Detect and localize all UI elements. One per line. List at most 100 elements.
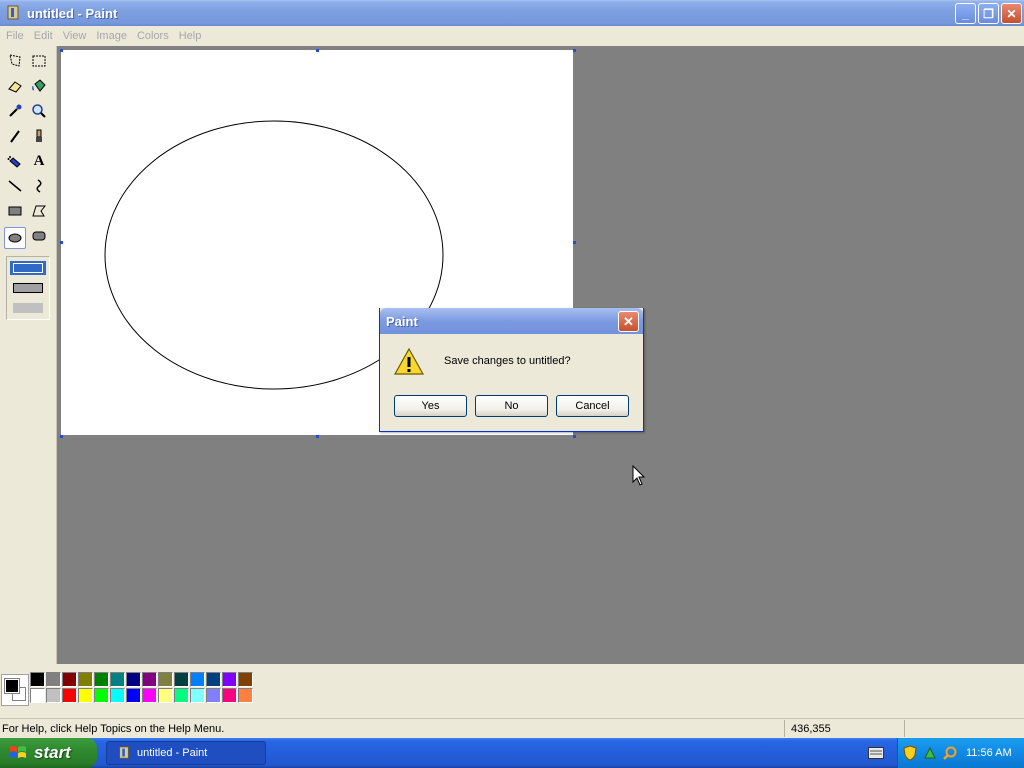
color-swatch[interactable] <box>94 688 109 703</box>
menu-colors[interactable]: Colors <box>133 30 175 42</box>
polygon-icon[interactable] <box>28 200 50 222</box>
toolbox: A <box>0 46 57 664</box>
resize-handle[interactable] <box>316 435 319 438</box>
keyboard-icon[interactable] <box>868 747 884 759</box>
magnifier-icon[interactable] <box>28 100 50 122</box>
resize-handle <box>60 435 63 438</box>
windows-flag-icon <box>10 746 26 758</box>
text-icon[interactable]: A <box>28 150 50 172</box>
color-swatch[interactable] <box>158 672 173 687</box>
paint-brush-icon <box>7 5 19 20</box>
fill-option-outline[interactable] <box>10 261 46 275</box>
color-swatch[interactable] <box>142 688 157 703</box>
color-swatch[interactable] <box>30 672 45 687</box>
color-swatch[interactable] <box>238 672 253 687</box>
yes-button[interactable]: Yes <box>394 395 467 417</box>
title-bar: untitled - Paint _ ❐ ✕ <box>0 0 1024 26</box>
status-coordinates: 436,355 <box>784 720 904 737</box>
color-swatch[interactable] <box>46 688 61 703</box>
foreground-color <box>4 678 20 694</box>
pencil-icon[interactable] <box>4 125 26 147</box>
menu-view[interactable]: View <box>59 30 93 42</box>
clock: 11:56 AM <box>966 747 1012 759</box>
status-bar: For Help, click Help Topics on the Help … <box>0 718 1024 738</box>
color-swatch[interactable] <box>78 672 93 687</box>
color-swatch[interactable] <box>206 688 221 703</box>
color-swatch[interactable] <box>30 688 45 703</box>
color-swatch[interactable] <box>142 672 157 687</box>
resize-handle <box>60 241 63 244</box>
resize-handle <box>316 49 319 52</box>
mouse-cursor-icon <box>632 465 646 486</box>
maximize-button[interactable]: ❐ <box>978 3 999 24</box>
color-swatch[interactable] <box>222 688 237 703</box>
dialog-message: Save changes to untitled? <box>444 355 571 367</box>
color-swatch[interactable] <box>222 672 237 687</box>
menu-bar: File Edit View Image Colors Help <box>0 26 1024 45</box>
close-button[interactable]: ✕ <box>1001 3 1022 24</box>
color-swatch[interactable] <box>110 688 125 703</box>
window-title: untitled - Paint <box>27 5 118 21</box>
save-changes-dialog: Paint ✕ Save changes to untitled? Yes No… <box>379 308 644 432</box>
rounded-rect-icon[interactable] <box>28 225 50 247</box>
airbrush-icon[interactable] <box>4 150 26 172</box>
menu-file[interactable]: File <box>2 30 30 42</box>
line-icon[interactable] <box>4 175 26 197</box>
text-tool-label: A <box>33 152 45 169</box>
search-icon[interactable] <box>942 745 958 761</box>
warning-icon <box>393 347 425 375</box>
start-button[interactable]: start <box>0 738 97 768</box>
dialog-title: Paint <box>380 308 643 334</box>
network-icon[interactable] <box>922 745 938 761</box>
cancel-button[interactable]: Cancel <box>556 395 629 417</box>
resize-handle <box>60 49 63 52</box>
fill-bucket-icon[interactable] <box>28 75 50 97</box>
resize-handle[interactable] <box>573 435 576 438</box>
fill-option-fill[interactable] <box>10 301 46 315</box>
security-shield-icon[interactable] <box>902 745 918 761</box>
color-swatch[interactable] <box>238 688 253 703</box>
resize-handle <box>573 49 576 52</box>
color-swatch[interactable] <box>62 672 77 687</box>
status-panel <box>904 720 1024 737</box>
dialog-close-button[interactable]: ✕ <box>618 311 639 332</box>
color-swatch[interactable] <box>46 672 61 687</box>
brush-icon[interactable] <box>28 125 50 147</box>
status-help-text: For Help, click Help Topics on the Help … <box>2 723 225 735</box>
fill-option-outline-fill[interactable] <box>10 281 46 295</box>
menu-image[interactable]: Image <box>92 30 133 42</box>
color-swatch[interactable] <box>158 688 173 703</box>
free-form-select-icon[interactable] <box>4 50 26 72</box>
current-colors <box>1 674 29 706</box>
eraser-icon[interactable] <box>4 75 26 97</box>
color-palette <box>0 664 1024 714</box>
menu-edit[interactable]: Edit <box>30 30 59 42</box>
rect-select-icon[interactable] <box>28 50 50 72</box>
color-swatch[interactable] <box>174 688 189 703</box>
pick-color-icon[interactable] <box>4 100 26 122</box>
color-swatch[interactable] <box>126 672 141 687</box>
minimize-button[interactable]: _ <box>955 3 976 24</box>
color-swatch[interactable] <box>174 672 189 687</box>
color-swatch[interactable] <box>190 688 205 703</box>
color-swatch[interactable] <box>190 672 205 687</box>
curve-icon[interactable] <box>28 175 50 197</box>
resize-handle[interactable] <box>573 241 576 244</box>
color-swatch[interactable] <box>78 688 93 703</box>
start-label: start <box>34 743 71 762</box>
taskbar-item-label: untitled - Paint <box>137 747 208 759</box>
color-swatch[interactable] <box>126 688 141 703</box>
fill-style-options <box>6 256 50 320</box>
rectangle-icon[interactable] <box>4 200 26 222</box>
no-button[interactable]: No <box>475 395 548 417</box>
taskbar-item-paint[interactable]: untitled - Paint <box>106 741 266 765</box>
ellipse-icon[interactable] <box>4 227 26 249</box>
taskbar: start untitled - Paint 11:56 AM <box>0 738 1024 768</box>
menu-help[interactable]: Help <box>175 30 208 42</box>
color-swatch[interactable] <box>62 688 77 703</box>
system-tray: 11:56 AM <box>897 738 1024 768</box>
color-swatch[interactable] <box>110 672 125 687</box>
color-swatch[interactable] <box>206 672 221 687</box>
color-swatch[interactable] <box>94 672 109 687</box>
paint-brush-icon <box>119 746 129 759</box>
